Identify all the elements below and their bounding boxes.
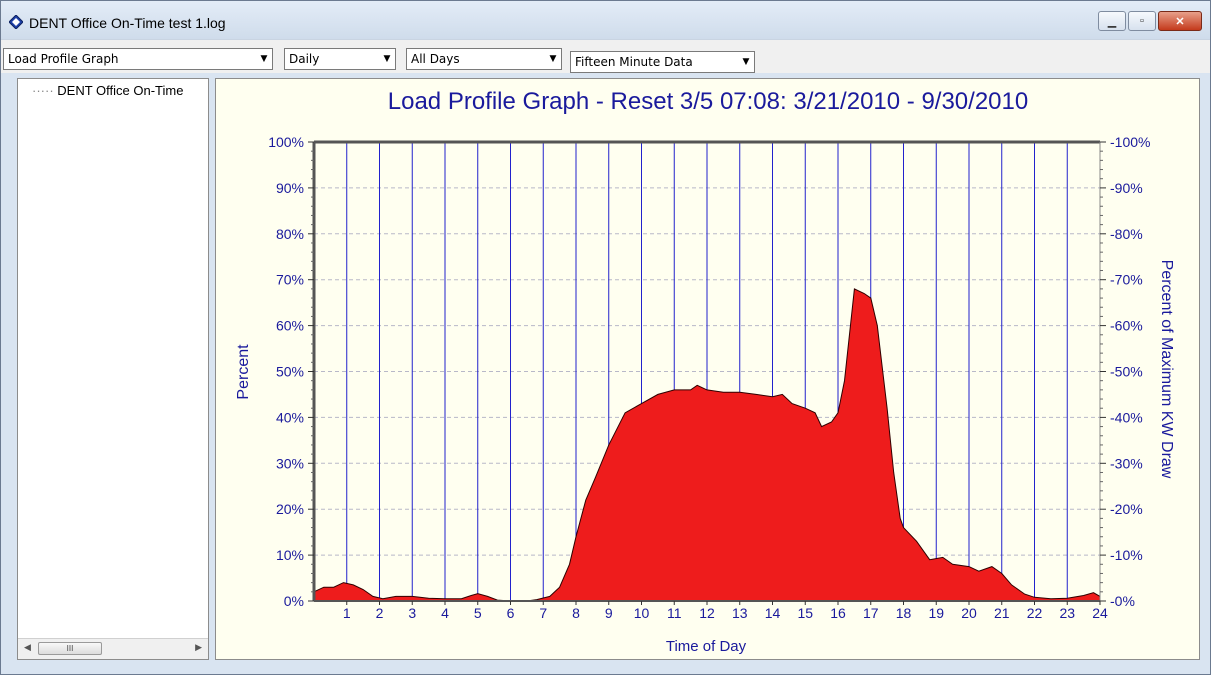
y-tick-label: 10% [276,547,304,563]
graph-type-value: Load Profile Graph [8,52,119,66]
x-tick-label: 5 [474,605,482,621]
x-tick-label: 13 [732,605,748,621]
x-tick-label: 14 [765,605,781,621]
y-tick-label: 90% [276,180,304,196]
window-title: DENT Office On-Time test 1.log [29,15,226,31]
x-tick-label: 10 [634,605,650,621]
data-interval-value: Fifteen Minute Data [575,55,693,69]
x-tick-label: 18 [896,605,912,621]
load-profile-chart: Load Profile Graph - Reset 3/5 07:08: 3/… [235,88,1175,655]
dropdown-arrow-icon: ▼ [742,57,750,67]
period-select[interactable]: Daily ▼ [284,48,396,70]
minimize-icon: ▁ [1107,15,1117,28]
close-icon: ✕ [1175,15,1185,28]
y-tick-label: 40% [276,409,304,425]
period-value: Daily [289,52,320,66]
x-tick-label: 8 [572,605,580,621]
y-tick-label: 70% [276,272,304,288]
y-tick-label: 100% [268,134,304,150]
x-tick-label: 11 [667,605,682,621]
graph-type-select[interactable]: Load Profile Graph ▼ [3,48,273,70]
y2-tick-label: -40% [1110,409,1143,425]
close-button[interactable]: ✕ [1158,11,1202,31]
maximize-icon: ▫ [1140,15,1144,27]
x-tick-label: 16 [830,605,846,621]
x-tick-label: 17 [863,605,879,621]
x-tick-label: 9 [605,605,613,621]
x-tick-label: 15 [797,605,813,621]
scroll-thumb[interactable]: III [38,642,102,655]
app-diamond-icon [9,15,23,29]
y-tick-label: 60% [276,318,304,334]
y2-tick-label: -60% [1110,318,1143,334]
title-bar: DENT Office On-Time test 1.log ▁ ▫ ✕ [1,1,1210,39]
y2-tick-label: -100% [1110,134,1150,150]
tree-item-label: DENT Office On-Time [57,83,184,98]
maximize-button[interactable]: ▫ [1128,11,1156,31]
scroll-right-icon[interactable]: ▶ [195,642,202,653]
y2-tick-label: -50% [1110,364,1143,380]
data-interval-select[interactable]: Fifteen Minute Data ▼ [570,51,755,73]
toolbar: Load Profile Graph ▼ Daily ▼ All Days ▼ … [1,39,1210,73]
y2-tick-label: -90% [1110,180,1143,196]
x-tick-label: 19 [928,605,944,621]
y-axis-label: Percent [235,344,252,400]
x-axis-label: Time of Day [666,638,747,655]
device-tree: ····· DENT Office On-Time ◀ III ▶ [17,78,209,660]
y-tick-label: 0% [284,593,304,609]
days-value: All Days [411,52,460,66]
y2-tick-label: -0% [1110,593,1135,609]
x-tick-label: 6 [507,605,515,621]
y2-tick-label: -10% [1110,547,1143,563]
y-tick-label: 30% [276,455,304,471]
chart-title: Load Profile Graph - Reset 3/5 07:08: 3/… [388,88,1028,115]
x-tick-label: 22 [1027,605,1043,621]
tree-item[interactable]: ····· DENT Office On-Time [32,83,207,98]
y2-axis-label: Percent of Maximum KW Draw [1158,260,1175,479]
x-tick-label: 24 [1092,605,1108,621]
minimize-button[interactable]: ▁ [1098,11,1126,31]
y2-tick-label: -30% [1110,455,1143,471]
days-select[interactable]: All Days ▼ [406,48,562,70]
tree-connector: ····· [32,83,58,98]
y2-tick-label: -80% [1110,226,1143,242]
x-tick-label: 23 [1059,605,1075,621]
y-tick-label: 80% [276,226,304,242]
dropdown-arrow-icon: ▼ [383,54,391,64]
horizontal-scrollbar[interactable]: ◀ III ▶ [18,638,208,659]
x-tick-label: 1 [343,605,351,621]
scroll-left-icon[interactable]: ◀ [24,642,31,653]
y2-tick-label: -20% [1110,501,1143,517]
x-tick-label: 12 [699,605,715,621]
load-profile-graph-panel: Load Profile Graph - Reset 3/5 07:08: 3/… [215,78,1200,660]
y-tick-label: 50% [276,364,304,380]
x-tick-label: 20 [961,605,977,621]
x-tick-label: 3 [408,605,416,621]
x-tick-label: 21 [994,605,1010,621]
window-controls: ▁ ▫ ✕ [1098,11,1202,31]
y2-tick-label: -70% [1110,272,1143,288]
dropdown-arrow-icon: ▼ [549,54,557,64]
x-tick-label: 4 [441,605,449,621]
y-tick-label: 20% [276,501,304,517]
dropdown-arrow-icon: ▼ [260,54,268,64]
x-tick-label: 2 [376,605,384,621]
x-tick-label: 7 [539,605,547,621]
app-window: DENT Office On-Time test 1.log ▁ ▫ ✕ Loa… [0,0,1211,675]
